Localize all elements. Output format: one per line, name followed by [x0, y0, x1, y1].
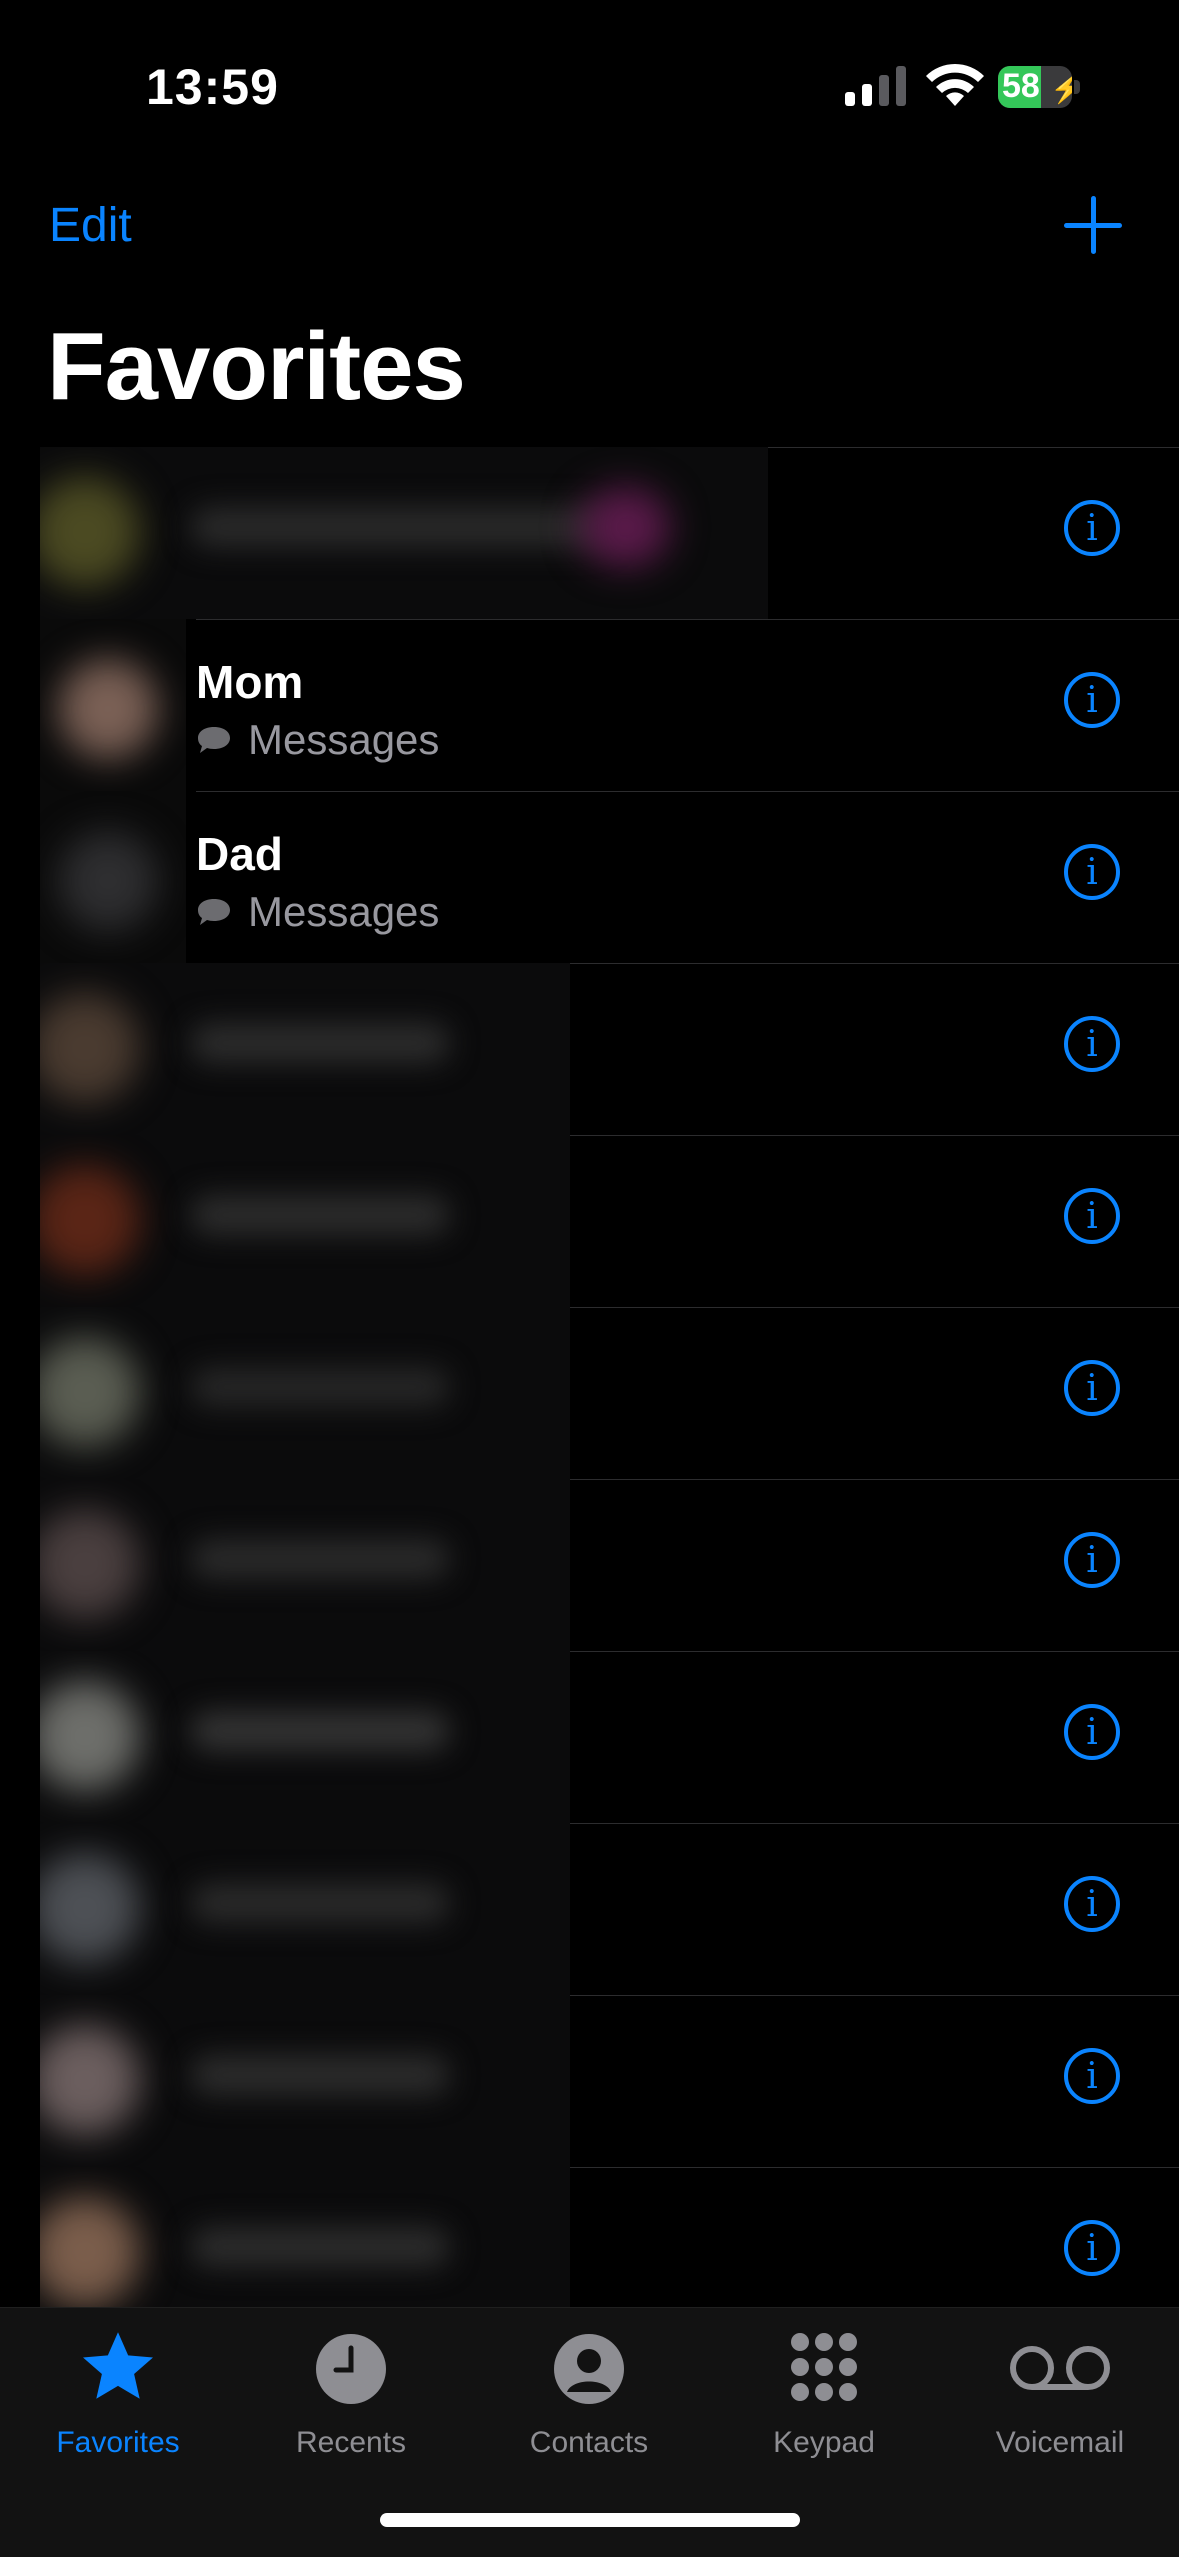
tab-label: Keypad [773, 2426, 875, 2459]
favorite-row[interactable]: i [0, 1135, 1179, 1307]
redacted-contact [40, 1479, 570, 1651]
contact-subtitle: Messages [196, 887, 439, 937]
favorite-row[interactable]: Mom Messages i [0, 619, 1179, 791]
info-icon[interactable]: i [1064, 844, 1120, 900]
battery-indicator: 58 ⚡ [998, 66, 1080, 108]
cellular-signal-icon [845, 66, 906, 106]
favorite-row[interactable]: i [0, 1307, 1179, 1479]
home-indicator [380, 2513, 800, 2527]
redacted-contact [40, 1823, 570, 1995]
row-separator [570, 2167, 1179, 2168]
row-separator [570, 1135, 1179, 1136]
subtitle-label: Messages [248, 716, 440, 763]
info-icon[interactable]: i [1064, 1016, 1120, 1072]
row-separator [570, 1995, 1179, 1996]
message-bubble-icon [198, 899, 230, 925]
keypad-grid-icon [791, 2333, 857, 2401]
favorite-row[interactable]: Dad Messages i [0, 791, 1179, 963]
row-separator [768, 447, 1179, 448]
row-separator [570, 1479, 1179, 1480]
favorite-row[interactable]: i [0, 1651, 1179, 1823]
favorite-row[interactable]: i [0, 1995, 1179, 2167]
row-separator [570, 1651, 1179, 1652]
info-icon[interactable]: i [1064, 1188, 1120, 1244]
redacted-contact [40, 963, 570, 1135]
info-icon[interactable]: i [1064, 1704, 1120, 1760]
charging-bolt-icon: ⚡ [1050, 73, 1072, 104]
contact-name: Dad [196, 828, 283, 880]
info-icon[interactable]: i [1064, 2048, 1120, 2104]
wifi-icon [926, 63, 984, 106]
info-icon[interactable]: i [1064, 1876, 1120, 1932]
tab-recents[interactable]: Recents [241, 2326, 461, 2466]
tab-voicemail[interactable]: Voicemail [950, 2326, 1170, 2466]
avatar [40, 791, 186, 963]
redacted-contact [40, 447, 768, 619]
tab-favorites[interactable]: Favorites [8, 2326, 228, 2466]
battery-level-text: 58 [1002, 67, 1040, 105]
tab-keypad[interactable]: Keypad [714, 2326, 934, 2466]
edit-button[interactable]: Edit [49, 198, 132, 253]
info-icon[interactable]: i [1064, 500, 1120, 556]
tab-contacts[interactable]: Contacts [479, 2326, 699, 2466]
row-separator [196, 619, 1179, 620]
contact-name: Mom [196, 656, 304, 708]
favorite-row[interactable]: i [0, 1823, 1179, 1995]
favorite-row[interactable]: i [0, 963, 1179, 1135]
redacted-contact [40, 1995, 570, 2167]
contact-subtitle: Messages [196, 715, 439, 765]
person-circle-icon [554, 2334, 624, 2404]
favorite-row[interactable]: i [0, 447, 1179, 619]
plus-icon[interactable] [1064, 196, 1124, 256]
favorite-row[interactable]: i [0, 1479, 1179, 1651]
avatar [40, 619, 186, 791]
status-time: 13:59 [146, 59, 279, 115]
page-title: Favorites [47, 313, 466, 420]
tab-label: Contacts [529, 2426, 649, 2459]
tab-label: Favorites [56, 2426, 180, 2459]
redacted-contact [40, 1135, 570, 1307]
info-icon[interactable]: i [1064, 1360, 1120, 1416]
redacted-contact [40, 1307, 570, 1479]
info-icon[interactable]: i [1064, 2220, 1120, 2276]
status-bar: 13:59 58 ⚡ [0, 0, 1179, 170]
tab-label: Recents [295, 2426, 407, 2459]
tab-label: Voicemail [995, 2426, 1125, 2459]
row-separator [570, 1307, 1179, 1308]
row-separator [196, 791, 1179, 792]
row-separator [570, 1823, 1179, 1824]
redacted-contact [40, 1651, 570, 1823]
info-icon[interactable]: i [1064, 1532, 1120, 1588]
row-separator [570, 963, 1179, 964]
star-icon [83, 2332, 153, 2399]
clock-icon [316, 2334, 386, 2404]
voicemail-icon [1010, 2346, 1110, 2390]
info-icon[interactable]: i [1064, 672, 1120, 728]
subtitle-label: Messages [248, 888, 440, 935]
message-bubble-icon [198, 727, 230, 753]
